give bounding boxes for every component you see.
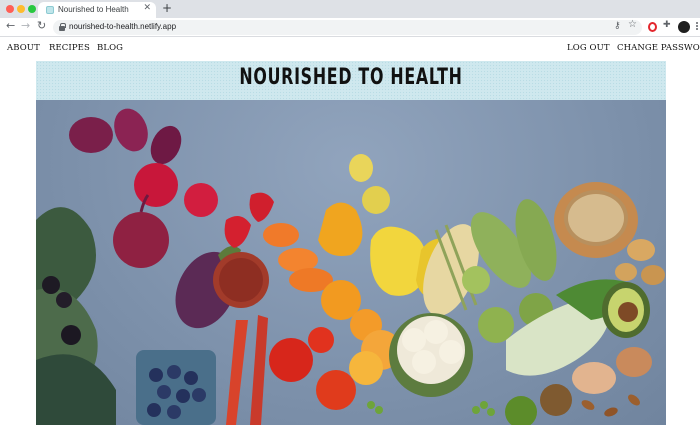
favicon-icon: [46, 6, 54, 14]
close-icon[interactable]: ✕: [143, 4, 151, 13]
back-arrow-icon[interactable]: ←: [6, 20, 15, 31]
site-navigation: ABOUT RECIPES BLOG LOG OUT CHANGE PASSWO…: [0, 38, 700, 61]
profile-icon[interactable]: [678, 21, 690, 33]
url-text[interactable]: nourished-to-health.netlify.app: [69, 22, 176, 31]
forward-arrow-icon[interactable]: →: [21, 20, 30, 31]
hero-image: [36, 100, 666, 425]
nav-link-change-password[interactable]: CHANGE PASSWORD: [617, 43, 700, 53]
browser-toolbar: ← → ↻ nourished-to-health.netlify.app ⚷ …: [0, 18, 700, 37]
key-icon[interactable]: ⚷: [614, 22, 621, 31]
site-header: NOURISHED TO HEALTH: [36, 61, 666, 100]
vegetables-illustration: [36, 108, 665, 425]
lock-icon[interactable]: [59, 23, 66, 31]
opera-icon[interactable]: [648, 22, 657, 32]
minimize-window-button[interactable]: [17, 5, 25, 13]
nav-link-blog[interactable]: BLOG: [97, 43, 123, 53]
browser-tab[interactable]: Nourished to Health ✕: [38, 2, 156, 18]
star-icon[interactable]: ☆: [628, 20, 637, 30]
nav-link-logout[interactable]: LOG OUT: [567, 43, 610, 53]
reload-icon[interactable]: ↻: [37, 20, 46, 31]
maximize-window-button[interactable]: [28, 5, 36, 13]
nav-link-recipes[interactable]: RECIPES: [49, 43, 90, 53]
tab-title: Nourished to Health: [58, 5, 129, 14]
nav-link-about[interactable]: ABOUT: [7, 43, 40, 53]
address-bar[interactable]: nourished-to-health.netlify.app: [53, 20, 642, 35]
close-window-button[interactable]: [6, 5, 14, 13]
browser-tab-strip: Nourished to Health ✕ +: [0, 0, 700, 18]
puzzle-icon[interactable]: ✚: [663, 21, 671, 30]
site-title: NOURISHED TO HEALTH: [239, 65, 463, 90]
menu-dots-icon[interactable]: [694, 21, 700, 33]
plus-icon[interactable]: +: [162, 2, 172, 14]
